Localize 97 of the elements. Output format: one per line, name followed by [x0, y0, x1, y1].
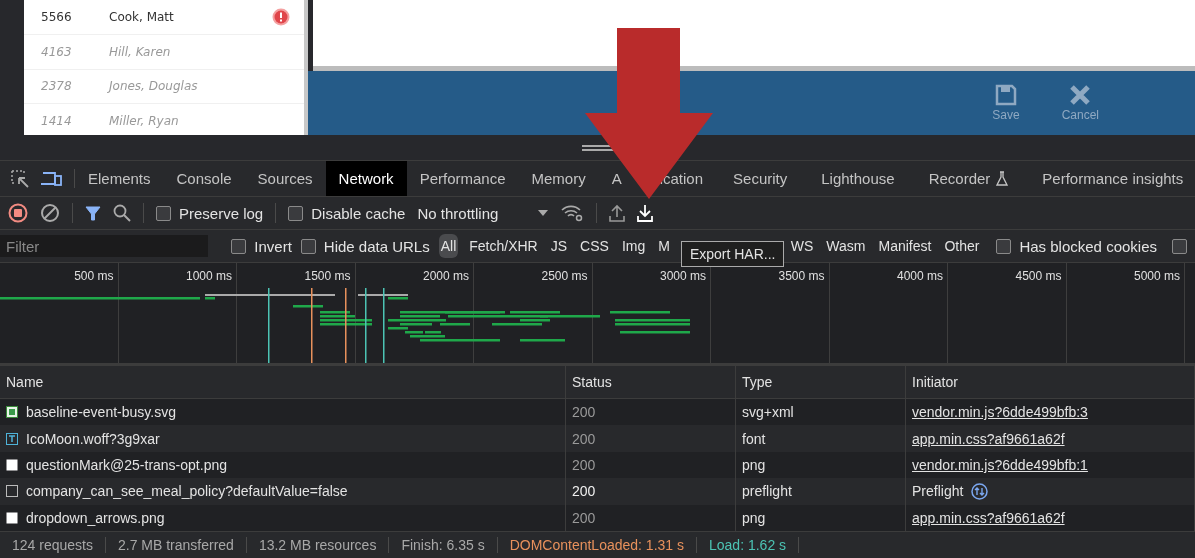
time-tick-label: 5000 ms: [1133, 269, 1180, 283]
employee-id: 1414: [41, 114, 73, 129]
close-icon: [1069, 84, 1092, 106]
request-row[interactable]: company_can_see_meal_policy?defaultValue=false 200 preflight Preflight: [0, 478, 1195, 505]
panel-tab[interactable]: Elements: [75, 161, 164, 196]
type-filter-button[interactable]: Fetch/XHR: [467, 234, 540, 258]
time-tick-label: 3500 ms: [778, 269, 825, 283]
filter-field[interactable]: Filter: [0, 235, 208, 257]
time-tick-label: 500 ms: [74, 269, 114, 283]
type-filter-button[interactable]: M: [656, 234, 672, 258]
filter-checkbox[interactable]: [1172, 238, 1187, 254]
initiator-link[interactable]: vendor.min.js?6dde499bfb:3: [912, 404, 1088, 421]
type-filter-button[interactable]: All: [438, 234, 459, 258]
filter-checkbox[interactable]: Hide data URLs: [300, 237, 430, 255]
type-filter-button[interactable]: JS: [548, 234, 570, 258]
type-filter-button[interactable]: Wasm: [824, 234, 868, 258]
request-type: font: [742, 430, 766, 447]
employee-name: Jones, Douglas: [109, 79, 199, 94]
panel-tab[interactable]: Performance insights: [1025, 161, 1195, 196]
employee-id: 5566: [41, 9, 73, 24]
request-row[interactable]: IcoMoon.woff?3g9xar 200 font app.min.css?af9661a62f: [0, 425, 1195, 452]
download-icon[interactable]: [637, 204, 654, 222]
image-file-icon: [6, 406, 18, 419]
employee-id: 4163: [41, 44, 73, 59]
type-filter-button[interactable]: WS: [788, 234, 816, 258]
request-name: company_can_see_meal_policy?defaultValue=false: [26, 483, 348, 500]
column-header[interactable]: Status: [566, 366, 736, 399]
request-type: png: [742, 456, 766, 473]
panel-tab[interactable]: Memory: [518, 161, 599, 196]
initiator-text: Preflight: [912, 483, 964, 500]
employee-name: Cook, Matt: [109, 9, 175, 24]
image-file-icon: [6, 511, 18, 524]
status-text: 13.2 MB resources: [246, 536, 390, 553]
employee-name: Hill, Karen: [109, 44, 172, 59]
device-toolbar-icon[interactable]: [40, 169, 62, 188]
status-code: 200: [572, 483, 596, 500]
preserve-log-checkbox[interactable]: Preserve log: [156, 204, 264, 222]
request-type: preflight: [742, 483, 792, 500]
record-stop-icon[interactable]: [8, 203, 28, 223]
status-text: 124 requests: [0, 536, 106, 553]
employee-name: Miller, Ryan: [109, 114, 180, 129]
initiator-link[interactable]: vendor.min.js?6dde499bfb:1: [912, 456, 1088, 473]
column-header[interactable]: Name: [0, 366, 566, 399]
disable-cache-checkbox[interactable]: Disable cache: [288, 204, 406, 222]
status-text: 2.7 MB transferred: [105, 536, 247, 553]
status-code: 200: [572, 404, 596, 421]
request-name: IcoMoon.woff?3g9xar: [26, 430, 160, 447]
type-filter-button[interactable]: CSS: [578, 234, 611, 258]
swap-arrows-icon[interactable]: [971, 482, 989, 500]
panel-tab[interactable]: Recorder: [911, 161, 1026, 196]
time-tick-label: 4500 ms: [1015, 269, 1062, 283]
search-icon[interactable]: [113, 204, 131, 222]
type-filter-button[interactable]: Img: [619, 234, 648, 258]
time-tick-label: 1000 ms: [185, 269, 232, 283]
filter-checkbox[interactable]: Invert: [231, 237, 292, 255]
tab-label: A: [611, 170, 622, 187]
time-tick-label: 1500 ms: [304, 269, 351, 283]
request-name: baseline-event-busy.svg: [26, 404, 176, 421]
time-tick-label: 4000 ms: [896, 269, 943, 283]
type-filter-button[interactable]: Other: [942, 234, 982, 258]
time-tick-label: 3000 ms: [659, 269, 706, 283]
request-type: svg+xml: [742, 404, 794, 421]
font-file-icon: [6, 432, 18, 445]
panel-tab[interactable]: Console: [163, 161, 245, 196]
panel-tab[interactable]: Lighthouse: [804, 161, 912, 196]
filter-icon[interactable]: [85, 205, 101, 221]
status-text: Finish: 6.35 s: [389, 536, 498, 553]
request-name: questionMark@25-trans-opt.png: [26, 456, 227, 473]
status-text: Load: 1.62 s: [697, 536, 800, 553]
type-filter-button[interactable]: Manifest: [876, 234, 934, 258]
throttling-dropdown[interactable]: No throttling: [417, 204, 549, 222]
panel-tab[interactable]: Security: [716, 161, 805, 196]
status-code: 200: [572, 509, 596, 526]
request-type: png: [742, 509, 766, 526]
upload-icon[interactable]: [609, 204, 626, 222]
caret-icon: [538, 210, 549, 216]
tooltip: Export HAR...: [680, 241, 785, 267]
wifi-settings-icon[interactable]: [560, 204, 585, 222]
time-tick-label: 2000 ms: [422, 269, 469, 283]
document-icon: [6, 485, 18, 498]
column-header[interactable]: Type: [736, 366, 906, 399]
initiator-link[interactable]: app.min.css?af9661a62f: [912, 509, 1065, 526]
initiator-link[interactable]: app.min.css?af9661a62f: [912, 430, 1065, 447]
panel-tab[interactable]: Sources: [244, 161, 326, 196]
employee-id: 2378: [41, 79, 73, 94]
panel-tab[interactable]: Performance: [406, 161, 519, 196]
status-code: 200: [572, 430, 596, 447]
panel-tab[interactable]: Network: [325, 161, 407, 196]
request-name: dropdown_arrows.png: [26, 509, 165, 526]
clear-icon[interactable]: [40, 203, 60, 223]
inspect-icon[interactable]: [10, 168, 30, 189]
column-header[interactable]: Initiator: [906, 366, 1195, 399]
status-text: DOMContentLoaded: 1.31 s: [497, 536, 697, 553]
status-code: 200: [572, 456, 596, 473]
time-tick-label: 2500 ms: [541, 269, 588, 283]
filter-checkbox[interactable]: Has blocked cookies: [996, 237, 1157, 255]
image-file-icon: [6, 458, 18, 471]
